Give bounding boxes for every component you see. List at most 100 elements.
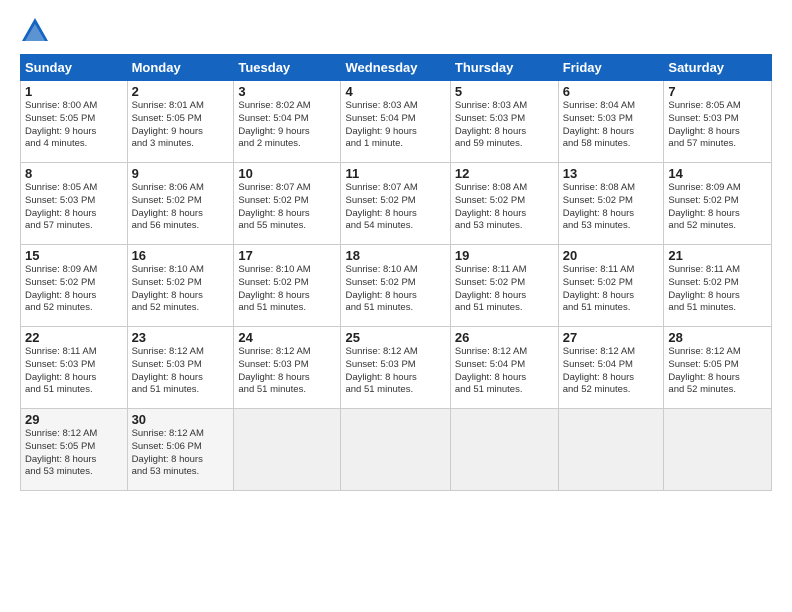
day-cell: 7Sunrise: 8:05 AM Sunset: 5:03 PM Daylig… [664, 81, 772, 163]
day-number: 9 [132, 166, 230, 181]
day-info: Sunrise: 8:06 AM Sunset: 5:02 PM Dayligh… [132, 182, 230, 233]
day-number: 24 [238, 330, 336, 345]
day-info: Sunrise: 8:11 AM Sunset: 5:03 PM Dayligh… [25, 346, 123, 397]
day-number: 28 [668, 330, 767, 345]
day-number: 19 [455, 248, 554, 263]
day-info: Sunrise: 8:12 AM Sunset: 5:05 PM Dayligh… [668, 346, 767, 397]
day-info: Sunrise: 8:07 AM Sunset: 5:02 PM Dayligh… [238, 182, 336, 233]
day-number: 5 [455, 84, 554, 99]
header-cell-tuesday: Tuesday [234, 55, 341, 81]
day-info: Sunrise: 8:11 AM Sunset: 5:02 PM Dayligh… [455, 264, 554, 315]
week-row-3: 15Sunrise: 8:09 AM Sunset: 5:02 PM Dayli… [21, 245, 772, 327]
page: SundayMondayTuesdayWednesdayThursdayFrid… [0, 0, 792, 612]
header-cell-monday: Monday [127, 55, 234, 81]
day-number: 20 [563, 248, 660, 263]
day-info: Sunrise: 8:03 AM Sunset: 5:03 PM Dayligh… [455, 100, 554, 151]
day-number: 22 [25, 330, 123, 345]
week-row-1: 1Sunrise: 8:00 AM Sunset: 5:05 PM Daylig… [21, 81, 772, 163]
day-info: Sunrise: 8:05 AM Sunset: 5:03 PM Dayligh… [668, 100, 767, 151]
day-number: 12 [455, 166, 554, 181]
day-info: Sunrise: 8:10 AM Sunset: 5:02 PM Dayligh… [345, 264, 445, 315]
day-cell: 6Sunrise: 8:04 AM Sunset: 5:03 PM Daylig… [558, 81, 664, 163]
day-number: 8 [25, 166, 123, 181]
day-info: Sunrise: 8:00 AM Sunset: 5:05 PM Dayligh… [25, 100, 123, 151]
day-number: 10 [238, 166, 336, 181]
week-row-4: 22Sunrise: 8:11 AM Sunset: 5:03 PM Dayli… [21, 327, 772, 409]
day-cell: 24Sunrise: 8:12 AM Sunset: 5:03 PM Dayli… [234, 327, 341, 409]
day-cell: 12Sunrise: 8:08 AM Sunset: 5:02 PM Dayli… [450, 163, 558, 245]
day-number: 30 [132, 412, 230, 427]
day-cell: 30Sunrise: 8:12 AM Sunset: 5:06 PM Dayli… [127, 409, 234, 491]
calendar-header: SundayMondayTuesdayWednesdayThursdayFrid… [21, 55, 772, 81]
day-cell: 8Sunrise: 8:05 AM Sunset: 5:03 PM Daylig… [21, 163, 128, 245]
day-cell: 26Sunrise: 8:12 AM Sunset: 5:04 PM Dayli… [450, 327, 558, 409]
day-cell: 5Sunrise: 8:03 AM Sunset: 5:03 PM Daylig… [450, 81, 558, 163]
day-cell: 14Sunrise: 8:09 AM Sunset: 5:02 PM Dayli… [664, 163, 772, 245]
logo-icon [20, 16, 50, 46]
day-cell: 25Sunrise: 8:12 AM Sunset: 5:03 PM Dayli… [341, 327, 450, 409]
header-cell-friday: Friday [558, 55, 664, 81]
day-cell [450, 409, 558, 491]
day-cell: 29Sunrise: 8:12 AM Sunset: 5:05 PM Dayli… [21, 409, 128, 491]
day-number: 15 [25, 248, 123, 263]
day-info: Sunrise: 8:11 AM Sunset: 5:02 PM Dayligh… [563, 264, 660, 315]
day-cell: 19Sunrise: 8:11 AM Sunset: 5:02 PM Dayli… [450, 245, 558, 327]
day-info: Sunrise: 8:05 AM Sunset: 5:03 PM Dayligh… [25, 182, 123, 233]
day-info: Sunrise: 8:12 AM Sunset: 5:03 PM Dayligh… [238, 346, 336, 397]
day-cell: 15Sunrise: 8:09 AM Sunset: 5:02 PM Dayli… [21, 245, 128, 327]
header-row: SundayMondayTuesdayWednesdayThursdayFrid… [21, 55, 772, 81]
day-number: 23 [132, 330, 230, 345]
day-number: 18 [345, 248, 445, 263]
day-number: 16 [132, 248, 230, 263]
day-info: Sunrise: 8:12 AM Sunset: 5:04 PM Dayligh… [563, 346, 660, 397]
day-cell: 4Sunrise: 8:03 AM Sunset: 5:04 PM Daylig… [341, 81, 450, 163]
week-row-2: 8Sunrise: 8:05 AM Sunset: 5:03 PM Daylig… [21, 163, 772, 245]
day-cell: 2Sunrise: 8:01 AM Sunset: 5:05 PM Daylig… [127, 81, 234, 163]
day-info: Sunrise: 8:08 AM Sunset: 5:02 PM Dayligh… [563, 182, 660, 233]
day-info: Sunrise: 8:08 AM Sunset: 5:02 PM Dayligh… [455, 182, 554, 233]
day-info: Sunrise: 8:01 AM Sunset: 5:05 PM Dayligh… [132, 100, 230, 151]
day-info: Sunrise: 8:07 AM Sunset: 5:02 PM Dayligh… [345, 182, 445, 233]
header-cell-sunday: Sunday [21, 55, 128, 81]
day-cell: 3Sunrise: 8:02 AM Sunset: 5:04 PM Daylig… [234, 81, 341, 163]
day-cell: 22Sunrise: 8:11 AM Sunset: 5:03 PM Dayli… [21, 327, 128, 409]
day-number: 21 [668, 248, 767, 263]
day-info: Sunrise: 8:10 AM Sunset: 5:02 PM Dayligh… [132, 264, 230, 315]
day-cell: 16Sunrise: 8:10 AM Sunset: 5:02 PM Dayli… [127, 245, 234, 327]
day-number: 7 [668, 84, 767, 99]
day-cell: 17Sunrise: 8:10 AM Sunset: 5:02 PM Dayli… [234, 245, 341, 327]
logo [20, 16, 54, 46]
day-number: 27 [563, 330, 660, 345]
day-info: Sunrise: 8:10 AM Sunset: 5:02 PM Dayligh… [238, 264, 336, 315]
day-number: 4 [345, 84, 445, 99]
day-cell: 1Sunrise: 8:00 AM Sunset: 5:05 PM Daylig… [21, 81, 128, 163]
day-number: 3 [238, 84, 336, 99]
day-cell: 9Sunrise: 8:06 AM Sunset: 5:02 PM Daylig… [127, 163, 234, 245]
day-cell: 10Sunrise: 8:07 AM Sunset: 5:02 PM Dayli… [234, 163, 341, 245]
day-cell [664, 409, 772, 491]
day-cell [341, 409, 450, 491]
day-cell: 18Sunrise: 8:10 AM Sunset: 5:02 PM Dayli… [341, 245, 450, 327]
week-row-5: 29Sunrise: 8:12 AM Sunset: 5:05 PM Dayli… [21, 409, 772, 491]
day-number: 26 [455, 330, 554, 345]
calendar-table: SundayMondayTuesdayWednesdayThursdayFrid… [20, 54, 772, 491]
header-cell-thursday: Thursday [450, 55, 558, 81]
day-info: Sunrise: 8:02 AM Sunset: 5:04 PM Dayligh… [238, 100, 336, 151]
day-number: 2 [132, 84, 230, 99]
day-info: Sunrise: 8:09 AM Sunset: 5:02 PM Dayligh… [25, 264, 123, 315]
day-cell: 23Sunrise: 8:12 AM Sunset: 5:03 PM Dayli… [127, 327, 234, 409]
day-info: Sunrise: 8:12 AM Sunset: 5:04 PM Dayligh… [455, 346, 554, 397]
day-number: 14 [668, 166, 767, 181]
day-number: 11 [345, 166, 445, 181]
day-cell: 28Sunrise: 8:12 AM Sunset: 5:05 PM Dayli… [664, 327, 772, 409]
day-cell: 27Sunrise: 8:12 AM Sunset: 5:04 PM Dayli… [558, 327, 664, 409]
day-cell: 11Sunrise: 8:07 AM Sunset: 5:02 PM Dayli… [341, 163, 450, 245]
calendar-body: 1Sunrise: 8:00 AM Sunset: 5:05 PM Daylig… [21, 81, 772, 491]
day-number: 17 [238, 248, 336, 263]
day-cell: 20Sunrise: 8:11 AM Sunset: 5:02 PM Dayli… [558, 245, 664, 327]
day-info: Sunrise: 8:12 AM Sunset: 5:03 PM Dayligh… [132, 346, 230, 397]
header-cell-saturday: Saturday [664, 55, 772, 81]
header [20, 16, 772, 46]
day-number: 29 [25, 412, 123, 427]
day-info: Sunrise: 8:04 AM Sunset: 5:03 PM Dayligh… [563, 100, 660, 151]
